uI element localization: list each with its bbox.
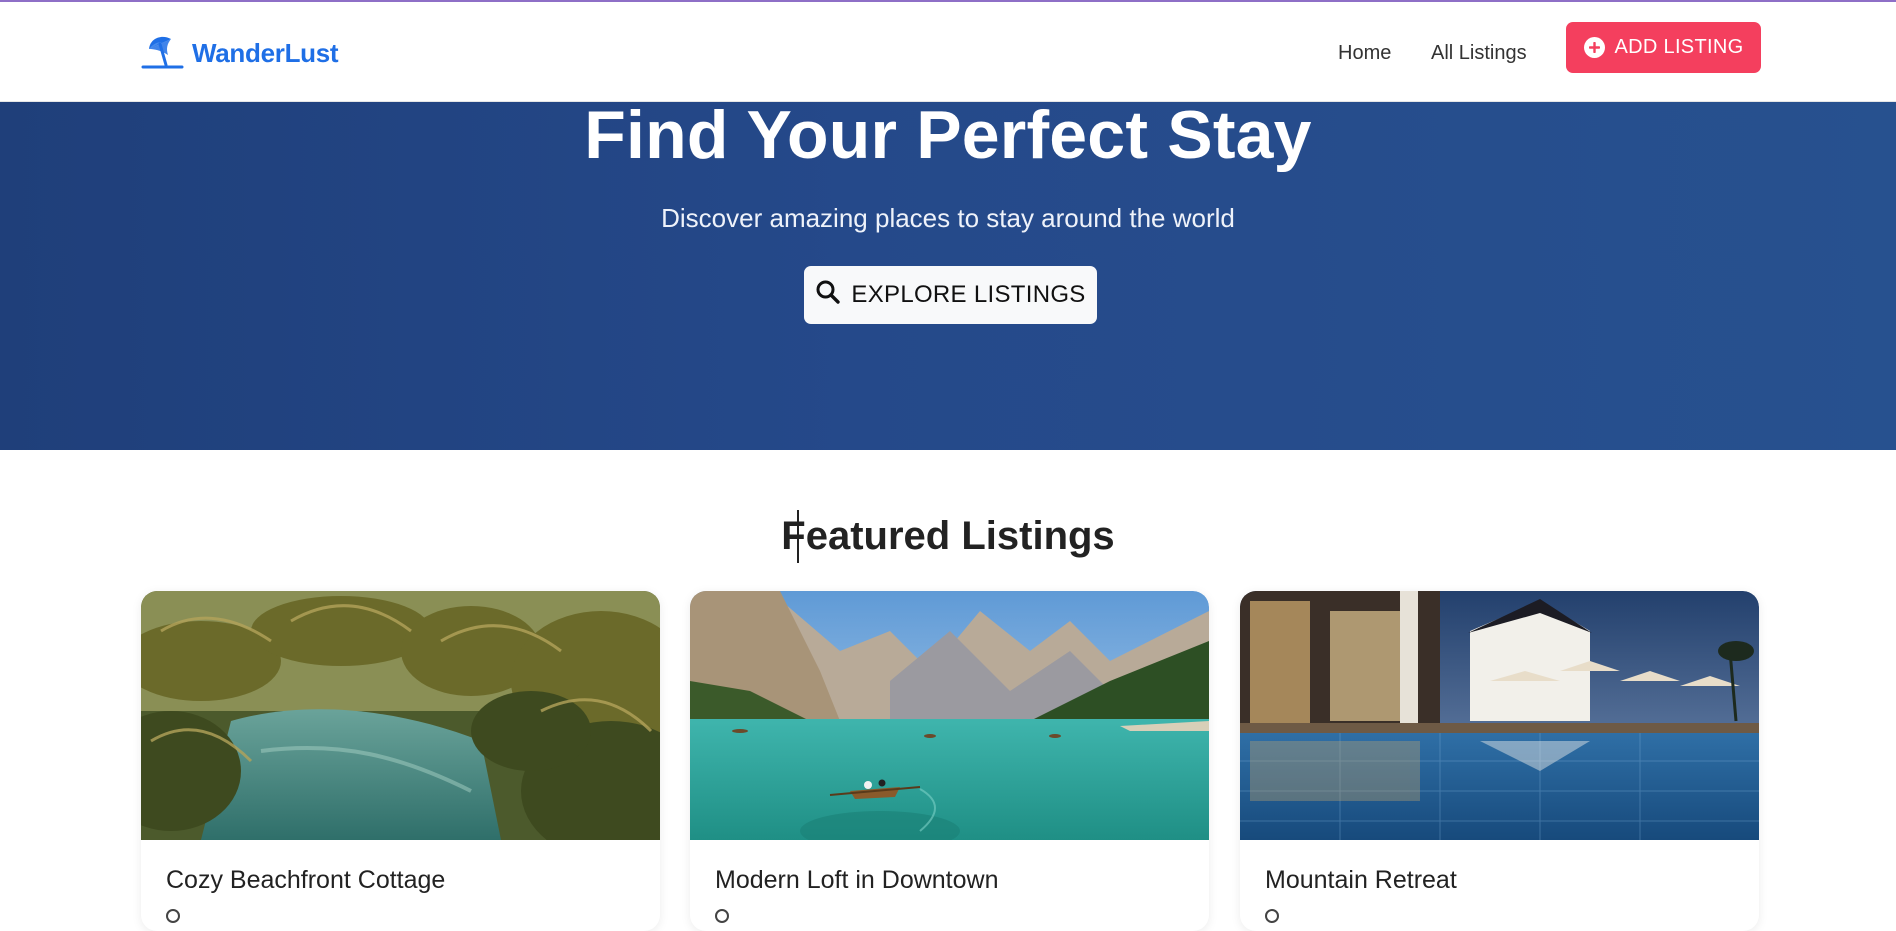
listing-title[interactable]: Mountain Retreat xyxy=(1265,866,1457,895)
explore-listings-button[interactable]: EXPLORE LISTINGS xyxy=(804,266,1097,324)
location-icon xyxy=(715,909,729,923)
featured-listings-heading: Featured Listings xyxy=(781,514,1115,558)
search-icon xyxy=(815,279,841,312)
explore-listings-label: EXPLORE LISTINGS xyxy=(851,281,1086,308)
add-listing-button[interactable]: ADD LISTING xyxy=(1566,22,1761,73)
add-listing-label: ADD LISTING xyxy=(1614,36,1744,58)
hero-subtitle: Discover amazing places to stay around t… xyxy=(661,203,1235,233)
location-icon xyxy=(1265,909,1279,923)
umbrella-beach-icon xyxy=(140,32,184,75)
listing-title[interactable]: Modern Loft in Downtown xyxy=(715,866,998,895)
plus-circle-icon xyxy=(1583,37,1605,58)
listing-image[interactable] xyxy=(1240,591,1759,840)
brand-logo-link[interactable]: WanderLust xyxy=(140,32,339,75)
navbar: WanderLust Home All Listings ADD LISTING xyxy=(0,2,1896,102)
listing-card[interactable]: Cozy Beachfront Cottage xyxy=(141,591,660,931)
hero-title: Find Your Perfect Stay xyxy=(584,97,1312,173)
listing-image[interactable] xyxy=(690,591,1209,840)
listing-image[interactable] xyxy=(141,591,660,840)
brand-name: WanderLust xyxy=(192,38,339,68)
location-icon xyxy=(166,909,180,923)
nav-all-listings-link[interactable]: All Listings xyxy=(1431,42,1527,65)
hero-section: Find Your Perfect Stay Discover amazing … xyxy=(0,97,1896,450)
nav-home-link[interactable]: Home xyxy=(1338,42,1391,65)
listing-card[interactable]: Modern Loft in Downtown xyxy=(690,591,1209,931)
listing-title[interactable]: Cozy Beachfront Cottage xyxy=(166,866,445,895)
listing-card[interactable]: Mountain Retreat xyxy=(1240,591,1759,931)
